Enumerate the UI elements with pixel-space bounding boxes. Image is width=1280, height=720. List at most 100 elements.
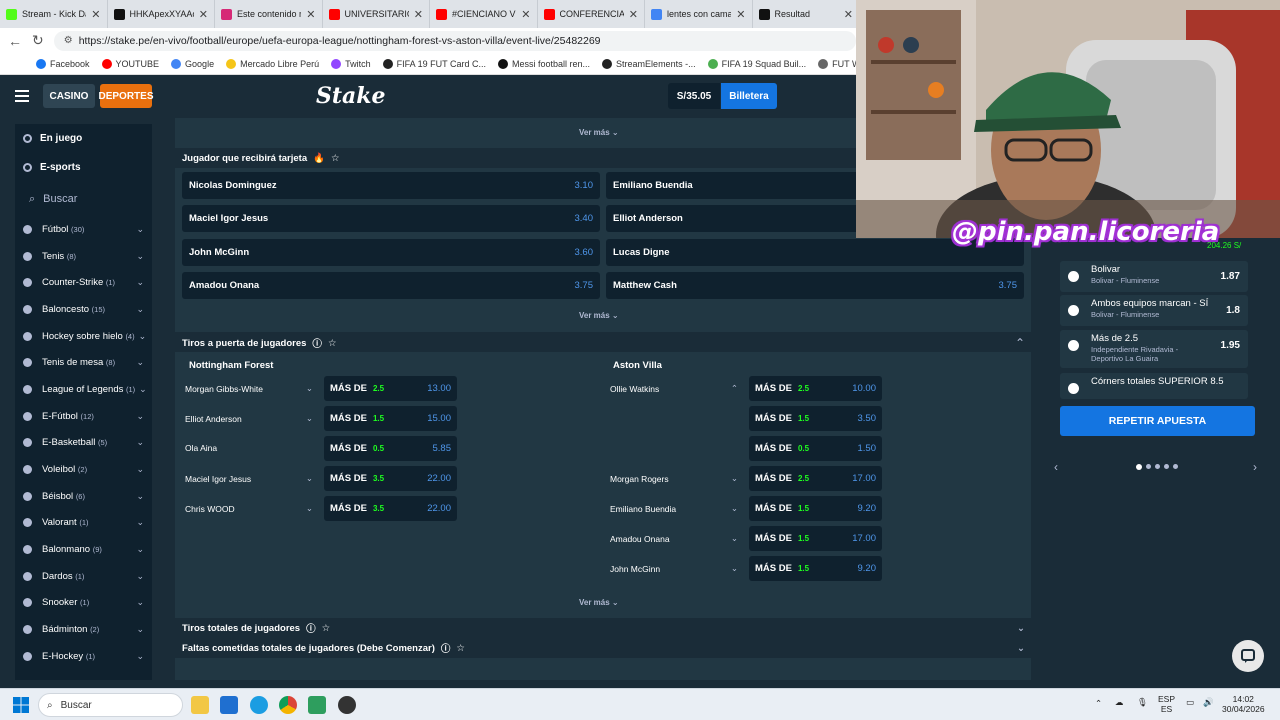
wallet-button[interactable]: Billetera bbox=[721, 83, 777, 109]
mic-icon[interactable]: 🎙 bbox=[1137, 697, 1148, 707]
ver-mas-link[interactable]: Ver más ⌄ bbox=[579, 598, 619, 607]
sidebar-item-sport[interactable]: Balonmano (9) ⌄ bbox=[15, 536, 152, 563]
bookmark-item[interactable]: Mercado Libre Perú bbox=[226, 58, 319, 69]
over-odds-button[interactable]: MÁS DE 0.5 5.85 bbox=[324, 436, 457, 461]
notepad-icon[interactable] bbox=[308, 696, 326, 714]
sidebar-item-sport[interactable]: Tenis de mesa (8) ⌄ bbox=[15, 349, 152, 376]
bookmark-item[interactable]: Messi football ren... bbox=[498, 58, 590, 69]
over-odds-button[interactable]: MÁS DE 1.5 15.00 bbox=[324, 406, 457, 431]
file-explorer-icon[interactable] bbox=[191, 696, 209, 714]
sidebar-item-sport[interactable]: League of Legends (1) ⌄ bbox=[15, 376, 152, 403]
browser-tab[interactable]: Stream - Kick Dashb ✕ bbox=[0, 0, 108, 28]
bet-item[interactable]: Ambos equipos marcan - SÍ Bolivar - Flumi… bbox=[1060, 295, 1248, 326]
bookmark-item[interactable]: StreamElements -... bbox=[602, 58, 696, 69]
odds-button[interactable]: Amadou Onana 3.75 bbox=[182, 271, 600, 299]
player-row[interactable]: Amadou Onana ⌄ bbox=[610, 533, 738, 544]
bookmark-item[interactable]: Facebook bbox=[36, 58, 90, 69]
ver-mas-link[interactable]: Ver más ⌄ bbox=[579, 311, 619, 320]
market-total-shots[interactable]: Tiros totales de jugadores ⓘ ☆ ⌄ bbox=[175, 618, 1031, 638]
chevron-down-icon[interactable]: ⌄ bbox=[731, 533, 738, 544]
monitor-icon[interactable]: ▭ bbox=[1186, 697, 1194, 707]
chevron-left-icon[interactable]: ‹ bbox=[1054, 460, 1058, 474]
casino-button[interactable]: CASINO bbox=[43, 84, 95, 108]
menu-icon[interactable] bbox=[15, 90, 29, 105]
player-row[interactable]: Maciel Igor Jesus ⌄ bbox=[185, 473, 313, 484]
odds-button[interactable]: Nicolas Dominguez 3.10 bbox=[182, 172, 600, 199]
sidebar-item-sport[interactable]: E-Basketball (5) ⌄ bbox=[15, 430, 152, 457]
close-icon[interactable]: ✕ bbox=[91, 8, 100, 21]
sidebar-item-sport[interactable]: Dardos (1) ⌄ bbox=[15, 563, 152, 590]
sidebar-item-sport[interactable]: Counter-Strike (1) ⌄ bbox=[15, 269, 152, 296]
stake-logo[interactable]: Stake bbox=[316, 83, 386, 109]
browser-tab[interactable]: Este contenido no es ✕ bbox=[215, 0, 323, 28]
chevron-right-icon[interactable]: › bbox=[1253, 460, 1257, 474]
player-row[interactable]: John McGinn ⌄ bbox=[610, 563, 738, 574]
chevron-up-icon[interactable]: ⌃ bbox=[731, 383, 738, 394]
player-row[interactable]: Emiliano Buendia ⌄ bbox=[610, 503, 738, 514]
browser-tab[interactable]: lentes con camara e ✕ bbox=[645, 0, 753, 28]
app-icon[interactable] bbox=[338, 696, 356, 714]
balance-display[interactable]: S/35.05 bbox=[668, 83, 720, 109]
bet-item[interactable]: Córners totales SUPERIOR 8.5 bbox=[1060, 373, 1248, 399]
shots-market-title[interactable]: Tiros a puerta de jugadores ⓘ ☆ bbox=[182, 336, 337, 351]
star-icon[interactable]: ☆ bbox=[456, 643, 465, 654]
bookmark-item[interactable]: Twitch bbox=[331, 58, 371, 69]
chevron-down-icon[interactable]: ⌄ bbox=[306, 413, 313, 424]
sidebar-item-sport[interactable]: E-Hockey (1) ⌄ bbox=[15, 643, 152, 670]
player-row[interactable]: Morgan Rogers ⌄ bbox=[610, 473, 738, 484]
sidebar-item-sport[interactable]: Hockey sobre hielo (4) ⌄ bbox=[15, 323, 152, 350]
player-row[interactable]: Chris WOOD ⌄ bbox=[185, 503, 313, 514]
bet-item[interactable]: Bolivar Bolivar - Fluminense 1.87 bbox=[1060, 261, 1248, 292]
sidebar-item-sport[interactable]: Tenis (8) ⌄ bbox=[15, 243, 152, 270]
odds-button[interactable]: Matthew Cash 3.75 bbox=[606, 271, 1024, 299]
player-row[interactable]: Ola Aina bbox=[185, 443, 313, 453]
back-icon[interactable]: ← bbox=[8, 33, 22, 49]
star-icon[interactable]: ☆ bbox=[322, 623, 331, 634]
carousel-dot[interactable] bbox=[1155, 464, 1160, 469]
info-icon[interactable]: ⓘ bbox=[306, 621, 316, 635]
store-icon[interactable] bbox=[220, 696, 238, 714]
star-icon[interactable]: ☆ bbox=[328, 338, 337, 349]
clock[interactable]: 14:02 30/04/2026 bbox=[1222, 694, 1265, 714]
close-icon[interactable]: ✕ bbox=[521, 8, 530, 21]
close-icon[interactable]: ✕ bbox=[629, 8, 638, 21]
chevron-up-icon[interactable]: ⌃ bbox=[1015, 336, 1025, 350]
player-row[interactable]: Ollie Watkins ⌃ bbox=[610, 383, 738, 394]
bookmark-item[interactable]: Google bbox=[171, 58, 214, 69]
close-icon[interactable]: ✕ bbox=[414, 8, 423, 21]
browser-tab[interactable]: UNIVERSITARIO 4-2 ✕ bbox=[323, 0, 430, 28]
close-icon[interactable]: ✕ bbox=[736, 8, 745, 21]
chat-button[interactable] bbox=[1232, 640, 1264, 672]
bookmark-item[interactable]: FIFA 19 Squad Buil... bbox=[707, 58, 806, 69]
sidebar-item-sport[interactable]: Snooker (1) ⌄ bbox=[15, 590, 152, 617]
info-icon[interactable]: ⓘ bbox=[312, 336, 322, 350]
over-odds-button[interactable]: MÁS DE 1.5 9.20 bbox=[749, 556, 882, 581]
star-icon[interactable]: ☆ bbox=[331, 153, 340, 164]
bookmark-item[interactable]: YOUTUBE bbox=[101, 58, 159, 69]
sidebar-item-sport[interactable]: E-Fútbol (12) ⌄ bbox=[15, 403, 152, 430]
browser-tab[interactable]: #CIENCIANO VENCI ✕ bbox=[430, 0, 538, 28]
address-bar[interactable]: ⚙ https://stake.pe/en-vivo/football/euro… bbox=[53, 30, 856, 51]
sidebar-item-sport[interactable]: Bádminton (2) ⌄ bbox=[15, 616, 152, 643]
carousel-dot[interactable] bbox=[1173, 464, 1178, 469]
over-odds-button[interactable]: MÁS DE 2.5 13.00 bbox=[324, 376, 457, 401]
chevron-down-icon[interactable]: ⌄ bbox=[731, 563, 738, 574]
player-row[interactable]: Elliot Anderson ⌄ bbox=[185, 413, 313, 424]
info-icon[interactable]: ⓘ bbox=[441, 641, 451, 655]
over-odds-button[interactable]: MÁS DE 0.5 1.50 bbox=[749, 436, 882, 461]
edge-icon[interactable] bbox=[250, 696, 268, 714]
browser-tab[interactable]: CONFERENCIA D ✕ bbox=[538, 0, 645, 28]
bookmark-item[interactable]: FIFA 19 FUT Card C... bbox=[382, 58, 486, 69]
volume-icon[interactable]: 🔊 bbox=[1203, 697, 1214, 707]
over-odds-button[interactable]: MÁS DE 3.5 22.00 bbox=[324, 496, 457, 521]
carousel-dot-active[interactable] bbox=[1136, 464, 1142, 470]
over-odds-button[interactable]: MÁS DE 1.5 9.20 bbox=[749, 496, 882, 521]
player-row[interactable]: Morgan Gibbs-White ⌄ bbox=[185, 383, 313, 394]
carousel-dot[interactable] bbox=[1164, 464, 1169, 469]
sidebar-item-en-juego[interactable]: En juego bbox=[15, 124, 152, 153]
odds-button[interactable]: John McGinn 3.60 bbox=[182, 238, 600, 266]
sidebar-item-sport[interactable]: Baloncesto (15) ⌄ bbox=[15, 296, 152, 323]
deportes-button[interactable]: DEPORTES bbox=[99, 84, 154, 108]
sidebar-item-sport[interactable]: Béisbol (6) ⌄ bbox=[15, 483, 152, 510]
close-icon[interactable]: ✕ bbox=[306, 8, 315, 21]
